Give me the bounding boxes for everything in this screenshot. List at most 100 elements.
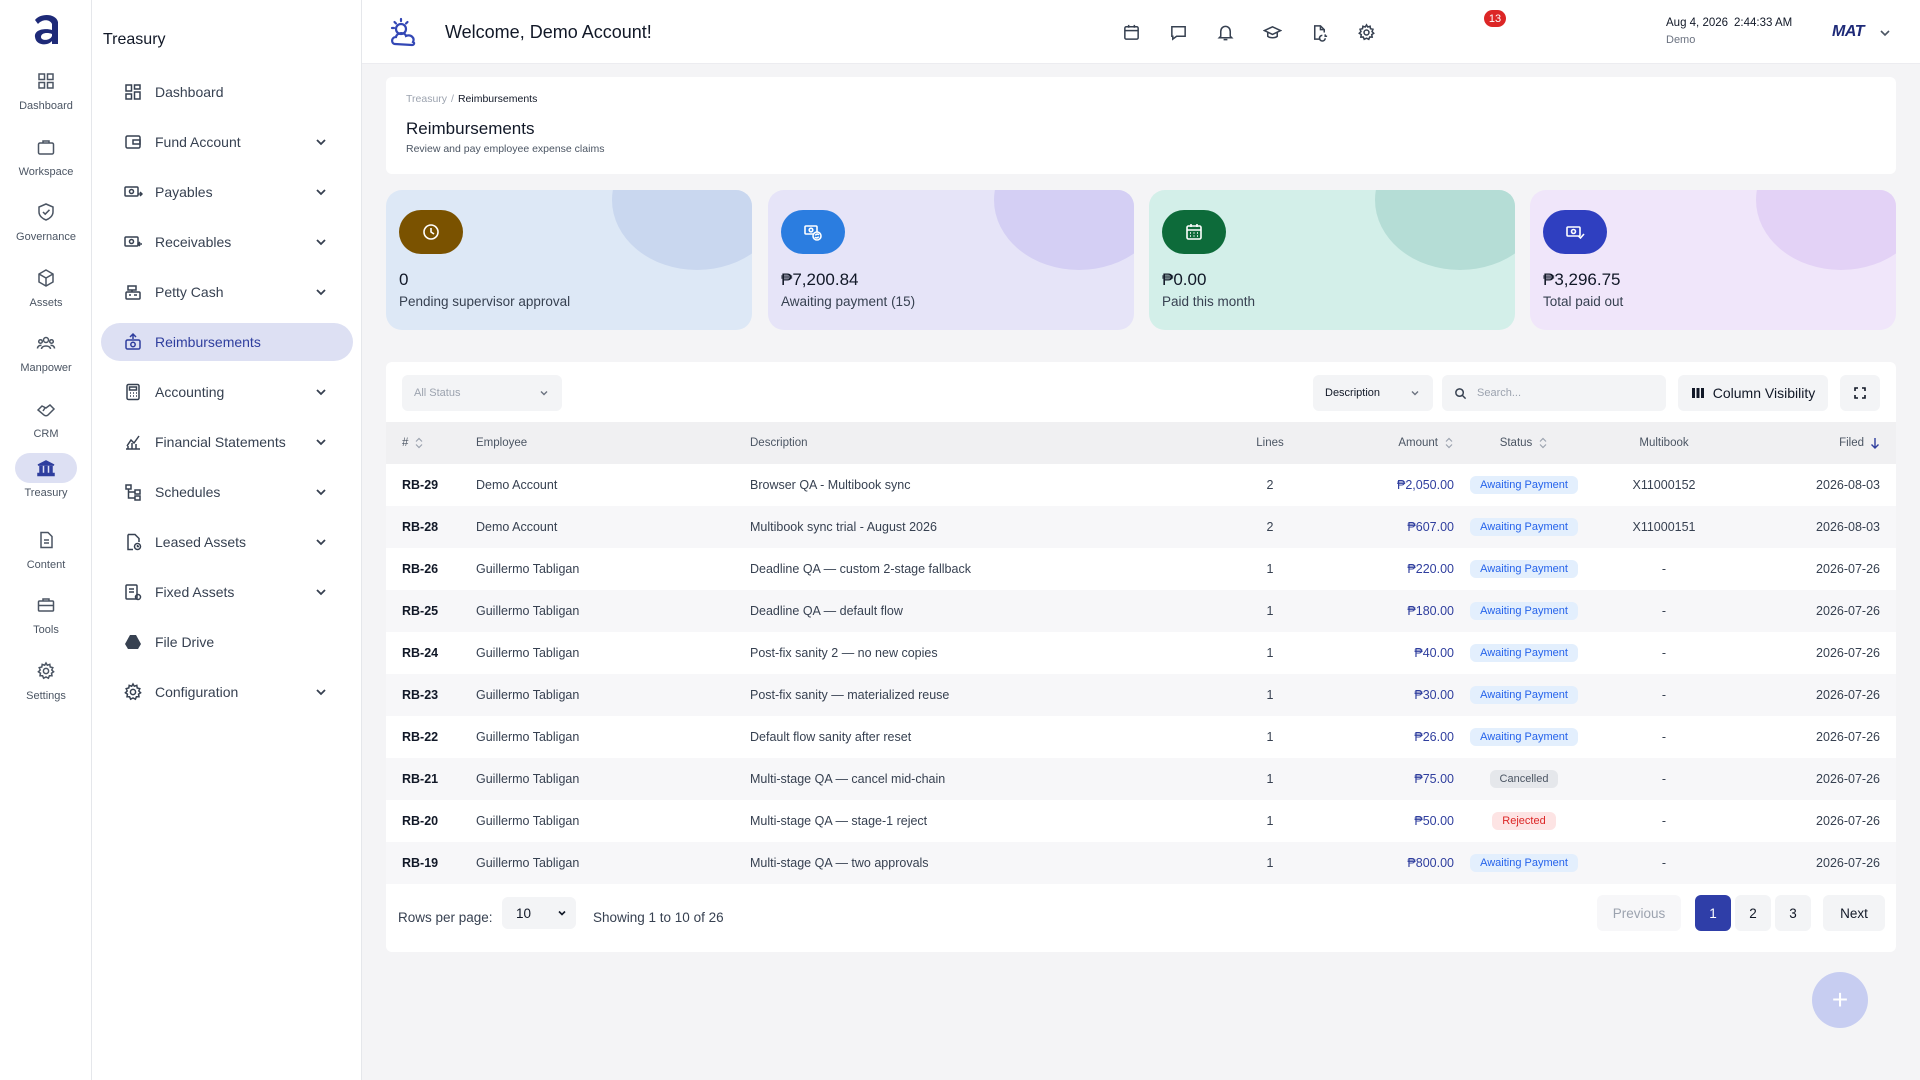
cell-description: Browser QA - Multibook sync: [750, 478, 911, 492]
cell-filed: 2026-07-26: [1816, 730, 1880, 744]
cell-filed: 2026-08-03: [1816, 520, 1880, 534]
cell-id[interactable]: RB-19: [386, 842, 476, 884]
cell-amount: ₱2,050.00: [1397, 478, 1454, 492]
chevron-down-icon[interactable]: [313, 584, 329, 600]
graduation-cap-icon[interactable]: [1260, 20, 1284, 44]
bell-icon[interactable]: [1213, 20, 1237, 44]
grid-icon: [15, 66, 77, 96]
cell-id[interactable]: RB-20: [386, 800, 476, 842]
chevron-down-icon[interactable]: [313, 134, 329, 150]
sidebar-item-configuration[interactable]: Configuration: [101, 673, 353, 711]
sidebar-item-schedules[interactable]: Schedules: [101, 473, 353, 511]
table-row[interactable]: RB-26 Guillermo Tabligan Deadline QA — cus…: [386, 548, 1896, 590]
chevron-down-icon[interactable]: [313, 284, 329, 300]
rail-item-workspace[interactable]: Workspace: [8, 132, 84, 194]
previous-page-button[interactable]: Previous: [1597, 895, 1681, 931]
cell-description: Post-fix sanity — materialized reuse: [750, 688, 950, 702]
add-reimbursement-button[interactable]: +: [1812, 972, 1868, 1028]
column-header-multibook[interactable]: Multibook: [1594, 422, 1734, 464]
next-page-button[interactable]: Next: [1823, 895, 1885, 931]
column-header-filed[interactable]: Filed: [1734, 422, 1896, 464]
table-row[interactable]: RB-29 Demo Account Browser QA - Multibook …: [386, 464, 1896, 506]
rail-item-crm[interactable]: CRM: [8, 394, 84, 456]
page-button-3[interactable]: 3: [1775, 895, 1811, 931]
table-row[interactable]: RB-20 Guillermo Tabligan Multi-stage QA — …: [386, 800, 1896, 842]
sidebar-item-file-drive[interactable]: File Drive: [101, 623, 353, 661]
document-sync-icon[interactable]: [1307, 20, 1331, 44]
sidebar-item-leased-assets[interactable]: Leased Assets: [101, 523, 353, 561]
cell-status: Awaiting Payment: [1454, 842, 1594, 884]
sidebar-item-petty-cash[interactable]: Petty Cash: [101, 273, 353, 311]
app-logo[interactable]: [30, 10, 64, 48]
cell-id[interactable]: RB-21: [386, 758, 476, 800]
chevron-down-icon[interactable]: [1878, 26, 1892, 40]
table-row[interactable]: RB-19 Guillermo Tabligan Multi-stage QA — …: [386, 842, 1896, 884]
column-header-lines[interactable]: Lines: [1220, 422, 1320, 464]
chevron-down-icon[interactable]: [313, 384, 329, 400]
cell-id[interactable]: RB-26: [386, 548, 476, 590]
search-field-select[interactable]: Description: [1313, 375, 1433, 411]
chat-icon[interactable]: [1166, 20, 1190, 44]
column-header-description[interactable]: Description: [750, 422, 1220, 464]
status-badge: Awaiting Payment: [1470, 602, 1578, 620]
sidebar-item-receivables[interactable]: Receivables: [101, 223, 353, 261]
calendar-icon[interactable]: [1119, 20, 1143, 44]
table-row[interactable]: RB-22 Guillermo Tabligan Default flow sani…: [386, 716, 1896, 758]
sidebar-item-dashboard[interactable]: Dashboard: [101, 73, 353, 111]
sidebar-item-payables[interactable]: Payables: [101, 173, 353, 211]
chevron-down-icon[interactable]: [313, 534, 329, 550]
cell-id[interactable]: RB-22: [386, 716, 476, 758]
status-badge: Awaiting Payment: [1470, 854, 1578, 872]
handshake-icon: [15, 394, 77, 424]
rail-item-assets[interactable]: Assets: [8, 263, 84, 325]
cell-id[interactable]: RB-23: [386, 674, 476, 716]
stat-card: ₱3,296.75 Total paid out: [1530, 190, 1896, 330]
column-header-status[interactable]: Status: [1454, 422, 1594, 464]
rail-item-governance[interactable]: Governance: [8, 197, 84, 259]
column-header-id[interactable]: #: [386, 422, 476, 464]
rail-item-tools[interactable]: Tools: [8, 590, 84, 652]
cell-id[interactable]: RB-28: [386, 506, 476, 548]
chevron-down-icon[interactable]: [313, 484, 329, 500]
card-decoration: [1756, 190, 1896, 270]
sidebar-item-financial-statements[interactable]: Financial Statements: [101, 423, 353, 461]
table-row[interactable]: RB-21 Guillermo Tabligan Multi-stage QA — …: [386, 758, 1896, 800]
status-filter-select[interactable]: All Status: [402, 375, 562, 411]
search-input[interactable]: [1477, 387, 1657, 399]
column-header-amount[interactable]: Amount: [1320, 422, 1454, 464]
rail-item-manpower[interactable]: Manpower: [8, 328, 84, 390]
fullscreen-button[interactable]: [1840, 375, 1880, 411]
sidebar-item-reimbursements[interactable]: Reimbursements: [101, 323, 353, 361]
page-button-2[interactable]: 2: [1735, 895, 1771, 931]
status-badge: Cancelled: [1489, 770, 1559, 788]
column-header-employee[interactable]: Employee: [476, 422, 750, 464]
table-row[interactable]: RB-25 Guillermo Tabligan Deadline QA — def…: [386, 590, 1896, 632]
cell-status: Awaiting Payment: [1454, 632, 1594, 674]
chevron-down-icon[interactable]: [313, 684, 329, 700]
chevron-down-icon[interactable]: [313, 184, 329, 200]
chevron-down-icon[interactable]: [313, 234, 329, 250]
sidebar-item-fixed-assets[interactable]: Fixed Assets: [101, 573, 353, 611]
chevron-down-icon[interactable]: [313, 434, 329, 450]
rail-item-treasury[interactable]: Treasury: [8, 453, 84, 515]
settings-gear-icon[interactable]: [1354, 20, 1378, 44]
rows-per-page-select[interactable]: 10: [502, 897, 576, 929]
rail-item-dashboard[interactable]: Dashboard: [8, 66, 84, 128]
rail-item-settings[interactable]: Settings: [8, 656, 84, 718]
sidebar-item-accounting[interactable]: Accounting: [101, 373, 353, 411]
cell-id[interactable]: RB-25: [386, 590, 476, 632]
column-visibility-button[interactable]: Column Visibility: [1678, 375, 1828, 411]
cell-id[interactable]: RB-29: [386, 464, 476, 506]
table-row[interactable]: RB-23 Guillermo Tabligan Post-fix sanity —…: [386, 674, 1896, 716]
rail-item-label: Workspace: [18, 166, 74, 178]
page-button-1[interactable]: 1: [1695, 895, 1731, 931]
table-row[interactable]: RB-24 Guillermo Tabligan Post-fix sanity 2…: [386, 632, 1896, 674]
cell-id[interactable]: RB-24: [386, 632, 476, 674]
table-row[interactable]: RB-28 Demo Account Multibook sync trial - …: [386, 506, 1896, 548]
cell-lines: 1: [1266, 730, 1274, 744]
status-badge: Rejected: [1492, 812, 1556, 830]
rail-item-content[interactable]: Content: [8, 525, 84, 587]
company-brand[interactable]: MAT: [1832, 23, 1864, 41]
breadcrumb-root[interactable]: Treasury: [406, 93, 447, 105]
sidebar-item-fund-account[interactable]: Fund Account: [101, 123, 353, 161]
